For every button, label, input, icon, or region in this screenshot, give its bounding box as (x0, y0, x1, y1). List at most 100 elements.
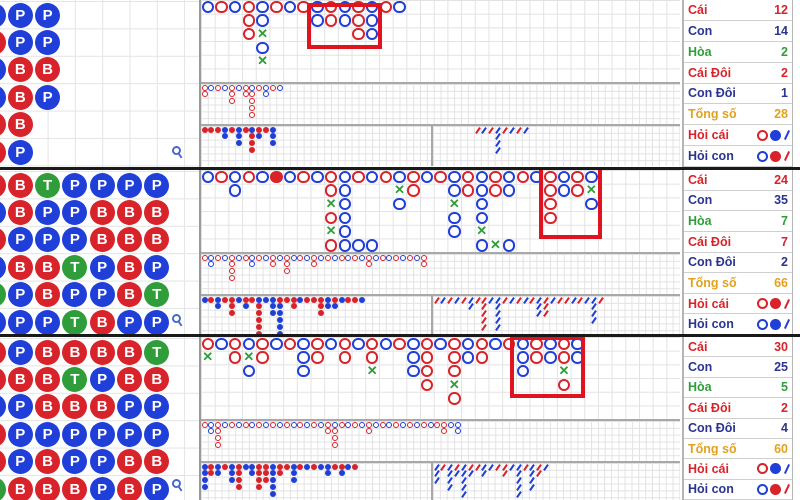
slash-icon (783, 484, 791, 495)
big-eye-road-mark (359, 254, 366, 261)
small-road-mark (270, 296, 276, 303)
player-circle (379, 337, 393, 350)
bead-banker: B (117, 254, 142, 280)
small-road-mark (276, 317, 283, 324)
big-eye-road-mark (311, 421, 318, 428)
banker-circle (242, 27, 256, 41)
bead-player: P (35, 84, 61, 110)
bead-banker: B (117, 282, 142, 308)
stat-row: Con 25 (684, 357, 792, 378)
small-road-mark (249, 147, 256, 154)
small-road-mark (317, 463, 324, 470)
small-road-mark (270, 490, 276, 497)
small-road (201, 126, 433, 166)
big-eye-road-mark (290, 254, 297, 261)
small-road-mark (317, 303, 324, 310)
bead-banker: B (89, 309, 115, 335)
player-circle (461, 351, 475, 364)
player-circle (215, 337, 228, 350)
big-eye-road-mark (454, 428, 461, 435)
small-road-mark (276, 310, 283, 317)
stat-value: 7 (781, 234, 788, 249)
small-road-mark (249, 140, 256, 147)
stat-label: Hòa (688, 44, 712, 59)
bead-banker: B (144, 366, 170, 392)
big-eye-road-mark (407, 254, 413, 261)
big-eye-road-mark (297, 254, 304, 261)
bead-player: P (62, 172, 88, 198)
banker-circle (407, 170, 420, 183)
small-road-mark (256, 296, 263, 303)
banker-circle (420, 337, 434, 350)
ask-player-button[interactable]: Hỏi con (684, 480, 792, 500)
player-circle (338, 225, 351, 238)
small-road-mark (249, 463, 256, 470)
stat-label: Con Đôi (688, 421, 736, 436)
small-road-mark (228, 477, 235, 484)
big-eye-road-mark (208, 84, 215, 91)
big-eye-road-mark (228, 268, 235, 275)
banker-circle (297, 170, 310, 183)
ask-player-button[interactable]: Hỏi con (684, 314, 792, 335)
small-road-mark (235, 126, 242, 133)
prediction-icons (757, 463, 791, 475)
cockroach-road-mark (481, 470, 488, 478)
cockroach-road-mark (515, 484, 522, 491)
stat-row: Cái 12 (684, 0, 792, 21)
big-eye-road-mark (242, 421, 249, 428)
stat-label: Tổng số (688, 107, 737, 122)
player-circle (365, 170, 379, 183)
cockroach-road-mark (556, 296, 563, 304)
slash-icon (783, 298, 791, 309)
stat-row: Hòa 5 (684, 378, 792, 399)
banker-circle (365, 337, 379, 350)
big-eye-road-mark (331, 442, 338, 449)
tie-mark: ✕ (394, 182, 405, 198)
small-road-mark (270, 477, 276, 484)
small-road-mark (331, 463, 338, 470)
player-circle (448, 211, 461, 225)
stat-row: Cái 24 (684, 170, 792, 191)
stat-value: 2 (781, 255, 788, 270)
bead-player: P (7, 339, 33, 365)
bead-player: P (89, 476, 115, 500)
cockroach-road-mark (461, 296, 467, 304)
cockroach-road-mark (447, 296, 454, 304)
cockroach-road-mark (467, 463, 474, 471)
stat-label: Con (688, 360, 713, 375)
small-road-mark (263, 296, 270, 303)
ask-banker-button[interactable]: Hỏi cái (684, 294, 792, 315)
small-road-mark (215, 303, 222, 310)
player-circle (311, 170, 324, 183)
bead-banker: B (7, 57, 33, 83)
cockroach-road-mark (543, 463, 549, 471)
big-eye-road-mark (201, 421, 208, 428)
big-eye-road-mark (235, 254, 242, 261)
small-road-mark (215, 463, 222, 470)
big-eye-road-mark (352, 254, 359, 261)
small-road-mark (324, 463, 331, 470)
big-eye-road-mark (228, 84, 235, 91)
prediction-icons (757, 150, 791, 162)
stat-value: 14 (774, 23, 788, 38)
small-road-mark (208, 126, 215, 133)
cockroach-road-mark (447, 484, 454, 491)
bead-banker: B (7, 366, 33, 392)
big-eye-road-mark (379, 421, 386, 428)
small-road-mark (317, 296, 324, 303)
ask-player-button[interactable]: Hỏi con (684, 146, 792, 167)
big-eye-road-mark (420, 254, 427, 261)
small-road-mark (276, 303, 283, 310)
player-circle (352, 337, 365, 350)
cockroach-road-mark (509, 126, 515, 134)
banker-circle (201, 337, 214, 350)
bead-plate: PBPPBBPPBBBPPPBP (0, 0, 201, 167)
small-road-mark (201, 126, 208, 133)
ask-banker-button[interactable]: Hỏi cái (684, 125, 792, 147)
big-eye-road-mark (215, 435, 222, 442)
small-road-mark (256, 310, 263, 317)
ask-banker-button[interactable]: Hỏi cái (684, 459, 792, 480)
small-road-mark (276, 323, 283, 330)
player-circle (365, 239, 379, 252)
bead-banker: B (144, 449, 170, 475)
